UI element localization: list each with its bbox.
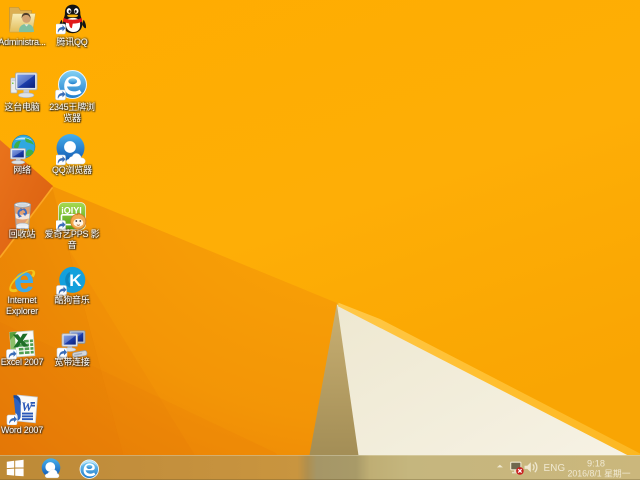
svg-text:ENG: ENG [544,463,566,474]
svg-text:K: K [69,271,82,290]
svg-text:2016/8/1 星期一: 2016/8/1 星期一 [567,468,630,478]
svg-text:9:18: 9:18 [587,459,605,469]
svg-text:e: e [14,265,35,297]
